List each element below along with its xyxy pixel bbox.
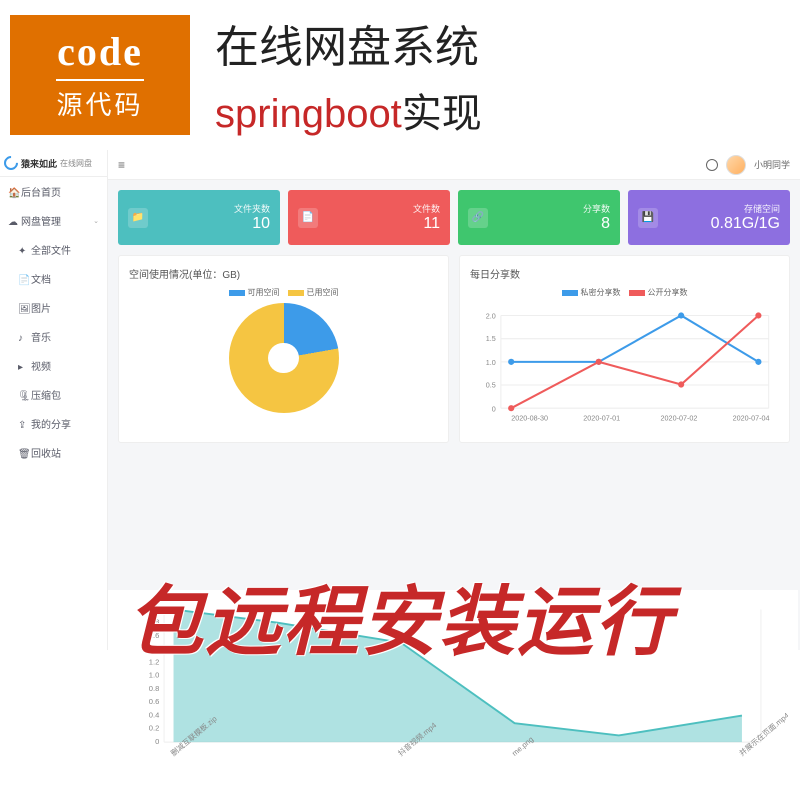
line-chart: 0 0.5 1.0 1.5 2.0 2020-08-30 2020-07-01 … — [470, 302, 779, 432]
stat-cards: 📁 文件夹数10 📄 文件数11 🔗 分享数8 💾 存储空间0.81G/1G — [108, 180, 800, 255]
sidebar-item[interactable]: 🖼 图片 — [0, 293, 107, 322]
promo-text: 在线网盘系统 springboot实现 — [215, 11, 482, 139]
sidebar-icon: ▸ — [18, 362, 26, 370]
stat-card[interactable]: 🔗 分享数8 — [458, 190, 620, 245]
sidebar-label: 音乐 — [31, 329, 51, 344]
card-icon: 📁 — [128, 208, 148, 228]
legend-item: 可用空间 — [229, 287, 280, 298]
svg-text:1.5: 1.5 — [486, 334, 496, 343]
svg-text:2020-07-02: 2020-07-02 — [661, 414, 698, 423]
sidebar-label: 全部文件 — [31, 242, 71, 257]
legend-swatch — [629, 290, 645, 296]
svg-text:2020-07-04: 2020-07-04 — [733, 414, 770, 423]
legend-item: 公开分享数 — [629, 287, 688, 298]
hamburger-icon[interactable]: ≡ — [118, 158, 125, 172]
legend-swatch — [562, 290, 578, 296]
sidebar-item[interactable]: ▸ 视频 — [0, 351, 107, 380]
line-legend: 私密分享数公开分享数 — [470, 287, 779, 298]
sidebar-icon: 🏠 — [8, 188, 16, 196]
sidebar-item[interactable]: 🏠 后台首页 — [0, 177, 107, 206]
sidebar-item[interactable]: ✦ 全部文件 — [0, 235, 107, 264]
svg-text:0: 0 — [492, 404, 496, 413]
card-label: 存储空间 — [744, 202, 780, 215]
sidebar-item[interactable]: ☁ 网盘管理 ⌄ — [0, 206, 107, 235]
legend-item: 私密分享数 — [562, 287, 621, 298]
pie-legend: 可用空间已用空间 — [129, 287, 438, 298]
line-panel: 每日分享数 私密分享数公开分享数 0 0.5 1.0 1.5 2.0 — [459, 255, 790, 443]
sidebar-label: 图片 — [31, 300, 51, 315]
sidebar-icon: 📄 — [18, 275, 26, 283]
sidebar-item[interactable]: 🗜 压缩包 — [0, 380, 107, 409]
pie-title: 空间使用情况(单位：GB) — [129, 266, 438, 281]
sidebar-icon: 🗑 — [18, 449, 26, 457]
avatar[interactable] — [726, 155, 746, 175]
card-label: 文件夹数 — [234, 202, 270, 215]
svg-text:0.5: 0.5 — [486, 381, 496, 390]
sidebar-icon: 🖼 — [18, 304, 26, 312]
pie-panel: 空间使用情况(单位：GB) 可用空间已用空间 — [118, 255, 449, 443]
svg-text:2.0: 2.0 — [486, 312, 496, 321]
sidebar-label: 回收站 — [31, 445, 61, 460]
svg-text:0.8: 0.8 — [149, 684, 160, 693]
logo[interactable]: 猿来如此 在线网盘 — [0, 150, 107, 177]
sidebar-item[interactable]: 🗑 回收站 — [0, 438, 107, 467]
topbar-right: 小明同学 — [706, 155, 790, 175]
overlay-text: 包远程安装运行 — [0, 560, 800, 670]
legend-swatch — [229, 290, 245, 296]
sidebar-label: 后台首页 — [21, 184, 61, 199]
stat-card[interactable]: 📄 文件数11 — [288, 190, 450, 245]
stat-card[interactable]: 💾 存储空间0.81G/1G — [628, 190, 790, 245]
card-icon: 💾 — [638, 208, 658, 228]
card-icon: 🔗 — [468, 208, 488, 228]
sidebar-icon: ☁ — [8, 217, 16, 225]
logo-brand: 猿来如此 — [21, 157, 57, 170]
card-label: 文件数 — [413, 202, 440, 215]
svg-text:0.2: 0.2 — [149, 724, 160, 733]
topbar: ≡ 小明同学 — [108, 150, 800, 180]
svg-text:0: 0 — [155, 737, 159, 746]
line-title: 每日分享数 — [470, 266, 779, 281]
svg-text:并展示在页面.mp4: 并展示在页面.mp4 — [737, 710, 788, 758]
logo-icon — [1, 153, 21, 173]
logo-sub: 在线网盘 — [60, 158, 92, 169]
sidebar-item[interactable]: 📄 文档 — [0, 264, 107, 293]
stat-card[interactable]: 📁 文件夹数10 — [118, 190, 280, 245]
panels: 空间使用情况(单位：GB) 可用空间已用空间 每日分享数 私密分享数公开分享数 … — [108, 255, 800, 453]
sidebar-icon: ⇪ — [18, 420, 26, 428]
promo-line1: 在线网盘系统 — [215, 11, 482, 75]
theme-icon[interactable] — [706, 159, 718, 171]
svg-text:1.0: 1.0 — [486, 358, 496, 367]
sidebar-label: 压缩包 — [31, 387, 61, 402]
promo-line2: springboot实现 — [215, 81, 482, 139]
svg-text:1.0: 1.0 — [149, 671, 160, 680]
legend-item: 已用空间 — [288, 287, 339, 298]
sidebar-icon: ✦ — [18, 246, 26, 254]
svg-text:2020-07-01: 2020-07-01 — [583, 414, 620, 423]
sidebar-item[interactable]: ⇪ 我的分享 — [0, 409, 107, 438]
sidebar-label: 网盘管理 — [21, 213, 61, 228]
card-value: 0.81G/1G — [711, 215, 780, 233]
code-sub: 源代码 — [56, 79, 143, 122]
svg-text:0.4: 0.4 — [149, 710, 160, 719]
chevron-down-icon: ⌄ — [93, 217, 99, 225]
sidebar-icon: 🗜 — [18, 391, 26, 399]
code-word: code — [57, 28, 143, 75]
legend-swatch — [288, 290, 304, 296]
pie-chart — [229, 303, 339, 413]
code-badge: code 源代码 — [10, 15, 190, 135]
promo-banner: code 源代码 在线网盘系统 springboot实现 — [0, 0, 800, 150]
sidebar-item[interactable]: ♪ 音乐 — [0, 322, 107, 351]
card-value: 8 — [601, 215, 610, 233]
card-value: 11 — [423, 215, 440, 233]
sidebar-label: 文档 — [31, 271, 51, 286]
svg-text:2020-08-30: 2020-08-30 — [511, 414, 548, 423]
svg-text:0.6: 0.6 — [149, 697, 160, 706]
sidebar-label: 视频 — [31, 358, 51, 373]
sidebar-label: 我的分享 — [31, 416, 71, 431]
card-label: 分享数 — [583, 202, 610, 215]
card-value: 10 — [252, 215, 270, 233]
sidebar-icon: ♪ — [18, 333, 26, 341]
username[interactable]: 小明同学 — [754, 158, 790, 171]
card-icon: 📄 — [298, 208, 318, 228]
